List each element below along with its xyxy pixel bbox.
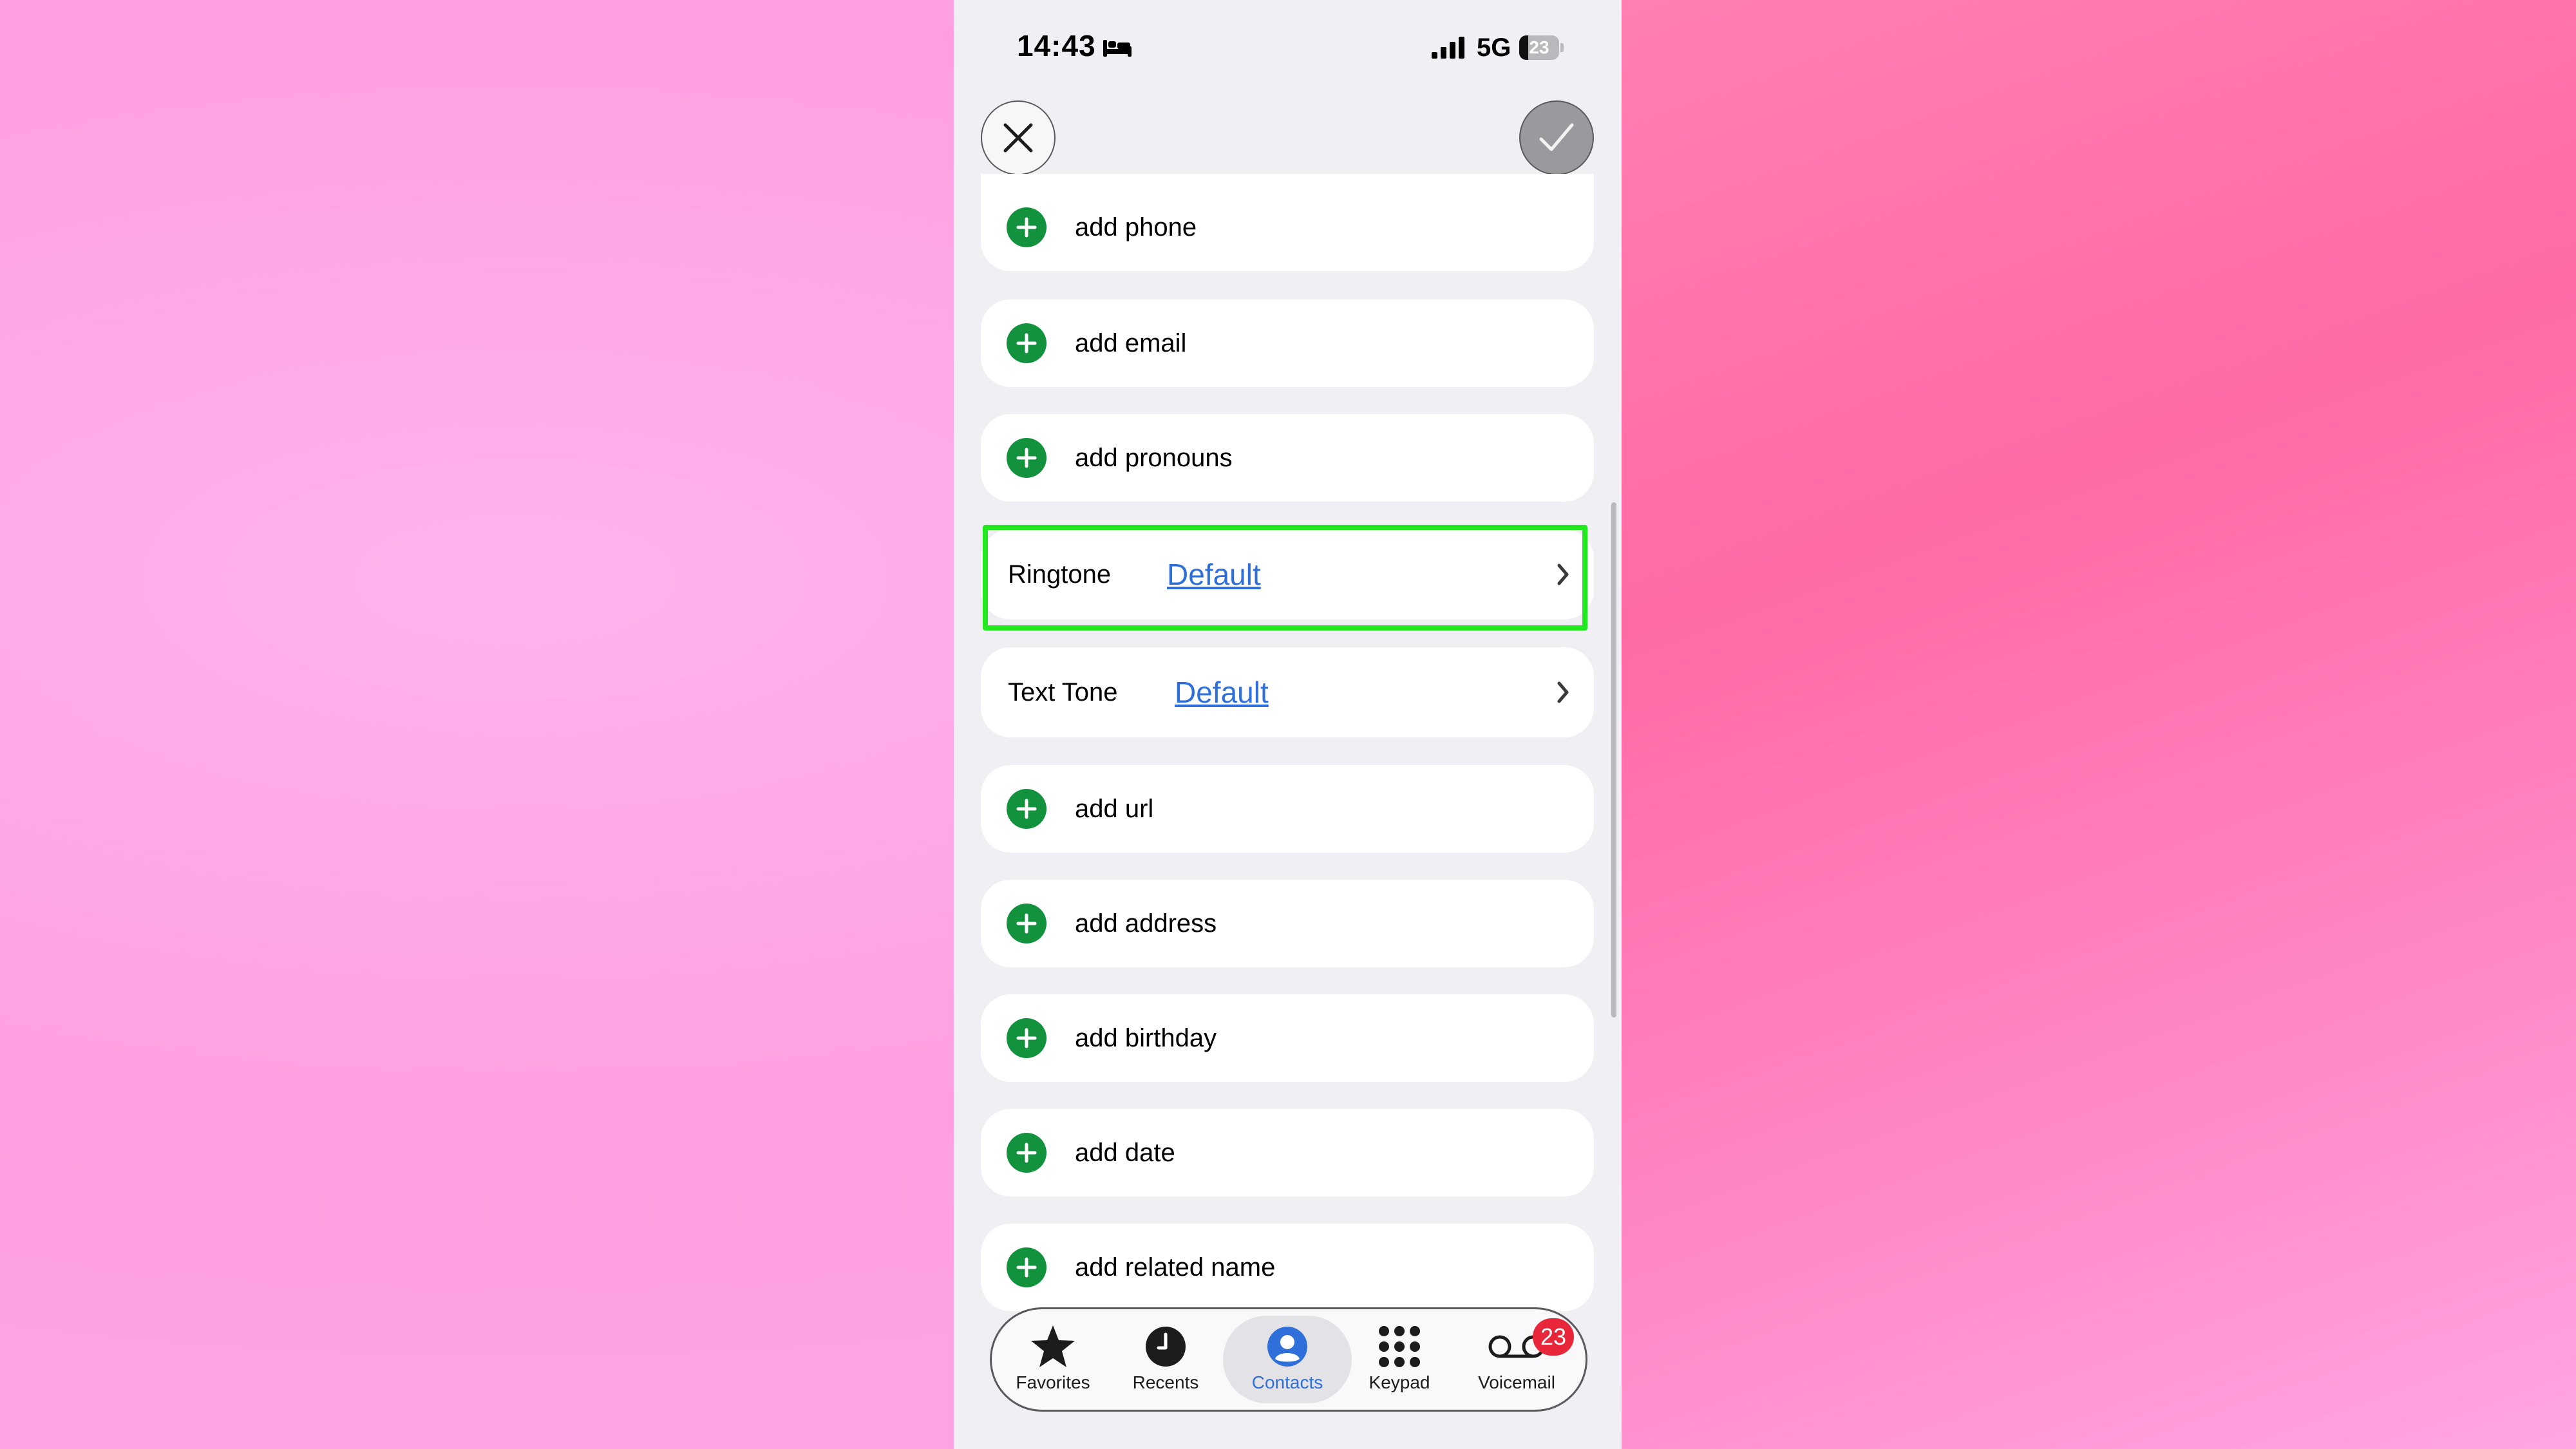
ringtone-row[interactable]: Ringtone Default (981, 529, 1594, 620)
signal-icon (1432, 37, 1464, 59)
plus-icon[interactable] (1007, 1247, 1046, 1287)
tab-recents[interactable]: Recents (1117, 1309, 1214, 1410)
tab-label: Keypad (1368, 1372, 1430, 1392)
row-label: add related name (1075, 1253, 1276, 1282)
chevron-right-icon (1557, 681, 1569, 703)
row-label: add pronouns (1075, 443, 1233, 472)
ringtone-label: Ringtone (1008, 560, 1112, 589)
add-pronouns-row[interactable]: add pronouns (981, 414, 1594, 502)
bed-icon (1103, 40, 1132, 57)
text-tone-row[interactable]: Text Tone Default (981, 647, 1594, 737)
status-time: 14:43 (1017, 29, 1096, 62)
chevron-right-icon (1557, 564, 1569, 585)
done-button[interactable] (1519, 100, 1594, 175)
add-email-row[interactable]: add email (981, 299, 1594, 387)
plus-icon[interactable] (1007, 438, 1046, 478)
plus-icon[interactable] (1007, 323, 1046, 363)
plus-icon[interactable] (1007, 1018, 1046, 1058)
tab-contacts[interactable]: Contacts (1239, 1309, 1336, 1410)
battery-indicator: 23 (1519, 35, 1564, 60)
plus-icon[interactable] (1007, 789, 1046, 829)
tab-favorites[interactable]: Favorites (1005, 1309, 1101, 1410)
add-address-row[interactable]: add address (981, 880, 1594, 967)
row-label: add phone (1075, 213, 1197, 242)
tab-keypad[interactable]: Keypad (1351, 1309, 1448, 1410)
add-phone-row[interactable]: add phone (981, 184, 1594, 271)
row-label: add birthday (1075, 1023, 1217, 1052)
plus-icon[interactable] (1007, 1133, 1046, 1173)
background-right (1622, 0, 2576, 1449)
ringtone-value-link[interactable]: Default (1167, 557, 1261, 592)
row-label: add email (1075, 328, 1187, 357)
text-tone-label: Text Tone (1008, 677, 1118, 706)
keypad-icon (1379, 1326, 1420, 1367)
row-label: add url (1075, 794, 1154, 823)
phone-screen: 14:43 5G 23 add phone add email add pron… (954, 0, 1622, 1449)
close-icon (1003, 123, 1033, 153)
add-birthday-row[interactable]: add birthday (981, 994, 1594, 1082)
tab-label: Contacts (1251, 1372, 1323, 1392)
plus-icon[interactable] (1007, 904, 1046, 943)
tab-label: Favorites (1016, 1372, 1090, 1392)
network-label: 5G (1477, 33, 1511, 62)
star-icon (1031, 1325, 1075, 1367)
text-tone-value-link[interactable]: Default (1175, 675, 1269, 710)
tab-label: Recents (1132, 1372, 1199, 1392)
person-icon (1267, 1327, 1307, 1367)
add-related-name-row[interactable]: add related name (981, 1224, 1594, 1311)
tab-bar: Favorites Recents Contacts Keypad Voicem… (990, 1307, 1587, 1412)
scroll-indicator[interactable] (1611, 502, 1616, 1018)
clock-icon (1146, 1327, 1186, 1367)
add-date-row[interactable]: add date (981, 1109, 1594, 1197)
close-button[interactable] (981, 100, 1056, 175)
voicemail-badge: 23 (1533, 1318, 1574, 1356)
add-url-row[interactable]: add url (981, 765, 1594, 853)
row-label: add address (1075, 909, 1217, 938)
tab-label: Voicemail (1478, 1372, 1555, 1392)
checkmark-icon (1539, 123, 1574, 151)
plus-icon[interactable] (1007, 207, 1046, 247)
row-label: add date (1075, 1138, 1175, 1167)
battery-level: 23 (1529, 37, 1549, 57)
